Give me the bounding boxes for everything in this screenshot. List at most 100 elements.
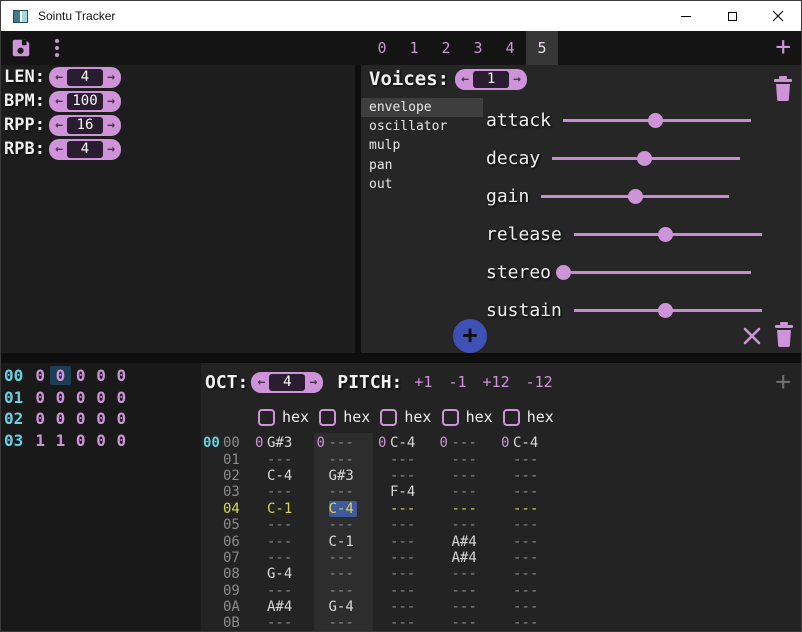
slider-track[interactable] [574,226,762,242]
note-cell[interactable]: C-1 [267,501,295,517]
minimize-button[interactable] [663,1,709,31]
pitch-button-+1[interactable]: +1 [414,373,432,391]
note-cell[interactable]: C-4 [390,435,418,451]
voices-stepper-increment[interactable]: → [509,69,525,90]
param-stepper-rpb-decrement[interactable]: ← [51,139,67,160]
slider-track[interactable] [552,150,740,166]
note-cell[interactable]: --- [267,615,295,631]
unit-item-oscillator[interactable]: oscillator [361,117,483,136]
note-cell[interactable]: C-4 [513,435,541,451]
note-cell[interactable]: --- [390,566,418,582]
note-cell[interactable]: --- [513,501,541,517]
note-cell[interactable]: --- [267,484,295,500]
unit-item-mulp[interactable]: mulp [361,136,483,155]
pitch-button-+12[interactable]: +12 [483,373,510,391]
add-track-button[interactable]: + [775,367,791,397]
note-cell[interactable]: --- [513,517,541,533]
order-cell[interactable]: 0 [91,409,111,428]
order-cell[interactable]: 0 [111,409,131,428]
octave-stepper-decrement[interactable]: ← [253,372,269,393]
note-cell[interactable]: --- [329,550,357,566]
note-cell[interactable]: A#4 [267,599,295,615]
note-cell[interactable]: --- [329,435,357,451]
note-cell[interactable]: --- [329,517,357,533]
note-cell[interactable]: --- [513,615,541,631]
note-cell[interactable]: A#4 [452,534,480,550]
tab-3[interactable]: 3 [462,31,494,65]
note-cell[interactable]: --- [329,615,357,631]
slider-thumb[interactable] [628,189,643,204]
slider-thumb[interactable] [658,227,673,242]
hex-checkbox[interactable] [258,409,275,426]
order-cell[interactable]: 0 [50,409,70,428]
param-stepper-rpb-increment[interactable]: → [103,139,119,160]
note-cell[interactable]: G-4 [267,566,295,582]
close-button[interactable] [755,1,801,31]
unit-item-out[interactable]: out [361,175,483,194]
note-cell[interactable]: F-4 [390,484,418,500]
note-cell[interactable]: --- [513,468,541,484]
unit-item-envelope[interactable]: envelope [361,98,483,117]
note-cell[interactable]: --- [390,583,418,599]
tab-0[interactable]: 0 [366,31,398,65]
note-cell[interactable]: --- [452,435,480,451]
tab-4[interactable]: 4 [494,31,526,65]
note-cell[interactable]: --- [513,534,541,550]
note-cell[interactable]: --- [390,468,418,484]
delete-unit-button[interactable] [773,322,795,347]
note-cell[interactable]: --- [452,615,480,631]
note-cell[interactable]: --- [390,550,418,566]
pitch-button--1[interactable]: -1 [448,373,466,391]
hex-checkbox[interactable] [380,409,397,426]
note-cell[interactable]: --- [390,534,418,550]
order-cell[interactable]: 0 [71,366,91,385]
add-unit-button[interactable]: + [453,319,487,353]
note-cell[interactable]: --- [452,599,480,615]
slider-track[interactable] [574,302,762,318]
save-button[interactable] [10,37,32,59]
note-cell[interactable]: G-4 [329,599,357,615]
voices-stepper-decrement[interactable]: ← [457,69,473,90]
slider-thumb[interactable] [658,303,673,318]
note-cell[interactable]: --- [513,452,541,468]
note-cell[interactable]: --- [452,517,480,533]
note-cell[interactable]: --- [452,484,480,500]
tab-1[interactable]: 1 [398,31,430,65]
note-cell[interactable]: G#3 [329,468,357,484]
pitch-button--12[interactable]: -12 [526,373,553,391]
note-cell[interactable]: --- [390,615,418,631]
param-stepper-rpp-decrement[interactable]: ← [51,115,67,136]
param-stepper-len-decrement[interactable]: ← [51,67,67,88]
note-cell[interactable]: --- [267,517,295,533]
order-cell[interactable]: 0 [91,431,111,450]
note-cell[interactable]: --- [329,583,357,599]
voices-stepper-value[interactable]: 1 [473,71,509,88]
note-cell[interactable]: --- [452,501,480,517]
note-cell[interactable]: --- [513,550,541,566]
note-cell[interactable]: --- [452,583,480,599]
note-cell[interactable]: --- [390,599,418,615]
order-cell[interactable]: 0 [111,431,131,450]
slider-track[interactable] [563,264,751,280]
octave-stepper-value[interactable]: 4 [269,374,305,391]
note-cell[interactable]: C-1 [329,534,357,550]
tab-5[interactable]: 5 [526,31,558,65]
note-cell[interactable]: --- [267,452,295,468]
unit-item-pan[interactable]: pan [361,156,483,175]
note-cell[interactable]: --- [329,484,357,500]
note-cell[interactable]: --- [452,468,480,484]
add-tab-button[interactable]: + [775,31,791,65]
note-cell[interactable]: --- [390,452,418,468]
order-cell[interactable]: 0 [111,366,131,385]
order-cell[interactable]: 0 [71,388,91,407]
param-stepper-bpm-value[interactable]: 100 [67,93,103,110]
order-cell[interactable]: 0 [91,366,111,385]
maximize-button[interactable] [709,1,755,31]
note-cell[interactable]: C-4 [267,468,295,484]
order-cell[interactable]: 1 [30,431,50,450]
note-cell[interactable]: --- [329,452,357,468]
note-cell[interactable]: C-4 [329,501,357,517]
note-cell[interactable]: --- [513,566,541,582]
order-cell[interactable]: 0 [30,366,50,385]
order-cell[interactable]: 0 [71,409,91,428]
